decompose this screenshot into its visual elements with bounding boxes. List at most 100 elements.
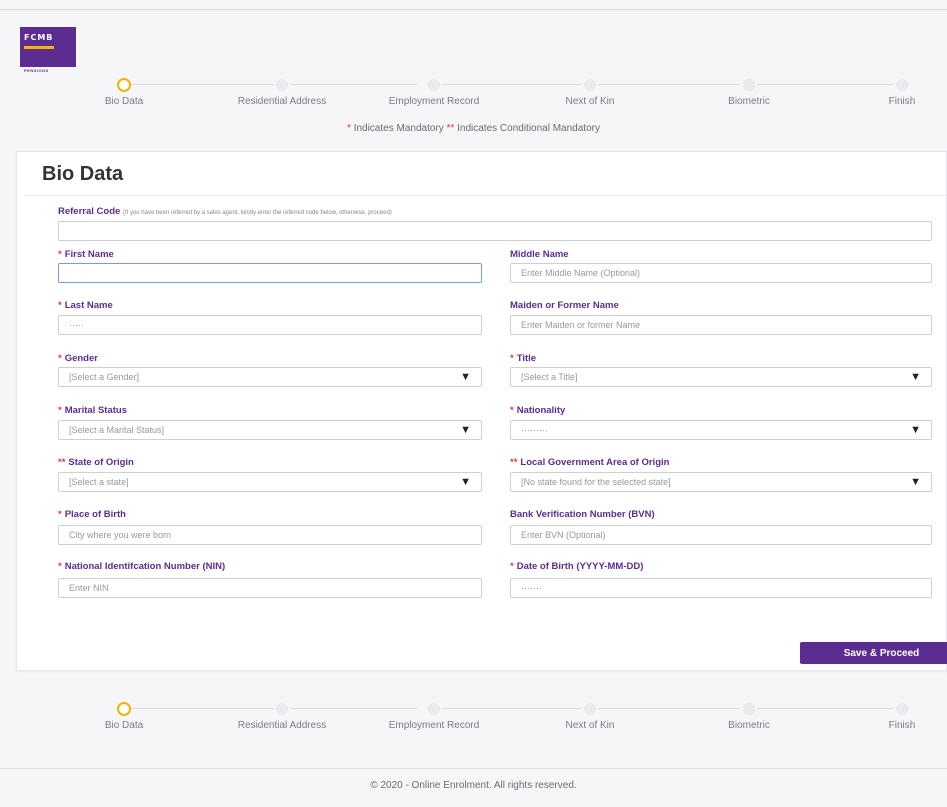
referral-code-hint: (If you have been referred by a sales ag… xyxy=(122,210,392,216)
title-label: * Title xyxy=(510,353,536,364)
required-marker: * xyxy=(58,405,62,416)
step-label-employment-record[interactable]: Employment Record xyxy=(389,96,480,107)
marital-status-label-text: Marital Status xyxy=(64,405,127,416)
step-label-employment-record[interactable]: Employment Record xyxy=(389,720,480,731)
step-finish-icon[interactable] xyxy=(896,79,908,91)
gender-select-value: [Select a Gender] xyxy=(69,372,140,382)
step-connector xyxy=(757,84,894,85)
conditional-marker: ** xyxy=(510,457,518,468)
step-label-finish[interactable]: Finish xyxy=(889,720,916,731)
referral-code-input[interactable] xyxy=(58,221,932,241)
step-label-next-of-kin[interactable]: Next of Kin xyxy=(566,720,615,731)
step-label-residential-address[interactable]: Residential Address xyxy=(238,720,326,731)
state-of-origin-select-value: [Select a state] xyxy=(69,477,129,487)
bvn-input[interactable]: Enter BVN (Optional) xyxy=(510,525,932,545)
first-name-input[interactable] xyxy=(58,263,482,283)
marital-status-select[interactable]: [Select a Marital Status] ▼ xyxy=(58,420,482,440)
step-label-biometric[interactable]: Biometric xyxy=(728,720,770,731)
required-marker: * xyxy=(58,249,62,260)
required-marker: * xyxy=(58,300,62,311)
step-bio-data-icon[interactable] xyxy=(117,78,131,92)
save-proceed-button[interactable]: Save & Proceed xyxy=(800,642,947,664)
nin-input[interactable]: Enter NIN xyxy=(58,578,482,598)
caret-down-icon: ▼ xyxy=(460,476,471,488)
step-label-next-of-kin[interactable]: Next of Kin xyxy=(566,96,615,107)
first-name-label-text: First Name xyxy=(64,249,114,260)
step-residential-address-icon[interactable] xyxy=(276,703,288,715)
middle-name-input[interactable]: Enter Middle Name (Optional) xyxy=(510,263,932,283)
gender-label: * Gender xyxy=(58,353,98,364)
dob-label: * Date of Birth (YYYY-MM-DD) xyxy=(510,561,643,572)
gender-label-text: Gender xyxy=(64,353,98,364)
lga-of-origin-label: ** Local Government Area of Origin xyxy=(510,457,669,468)
lga-of-origin-label-text: Local Government Area of Origin xyxy=(520,457,670,468)
nationality-select-value: ········· xyxy=(521,425,548,435)
progress-stepper-top: Bio Data Residential Address Employment … xyxy=(0,78,947,118)
step-connector xyxy=(598,84,741,85)
brand-logo[interactable]: FCMB xyxy=(20,27,76,67)
last-name-label-text: Last Name xyxy=(64,300,113,311)
step-connector xyxy=(290,708,417,709)
step-finish-icon[interactable] xyxy=(896,703,908,715)
state-of-origin-select[interactable]: [Select a state] ▼ xyxy=(58,472,482,492)
required-marker: * xyxy=(510,561,514,572)
bvn-label: Bank Verification Number (BVN) xyxy=(510,509,655,520)
referral-code-label: Referral Code (If you have been referred… xyxy=(58,206,392,217)
step-residential-address-icon[interactable] xyxy=(276,79,288,91)
step-employment-record-icon[interactable] xyxy=(428,703,440,715)
last-name-input[interactable]: ····· xyxy=(58,315,482,335)
maiden-name-label: Maiden or Former Name xyxy=(510,300,619,311)
marital-status-label: * Marital Status xyxy=(58,405,127,416)
step-label-bio-data[interactable]: Bio Data xyxy=(105,720,143,731)
first-name-label: * First Name xyxy=(58,249,114,260)
referral-code-label-text: Referral Code xyxy=(58,206,121,217)
step-label-bio-data[interactable]: Bio Data xyxy=(105,96,143,107)
brand-bar xyxy=(24,46,54,49)
brand-name: FCMB xyxy=(24,33,54,42)
caret-down-icon: ▼ xyxy=(910,371,921,383)
step-connector xyxy=(131,708,274,709)
middle-name-label: Middle Name xyxy=(510,249,569,260)
state-of-origin-label-text: State of Origin xyxy=(68,457,134,468)
title-label-text: Title xyxy=(516,353,537,364)
dob-input[interactable]: ······· xyxy=(510,578,932,598)
nationality-select[interactable]: ········· ▼ xyxy=(510,420,932,440)
nationality-label: * Nationality xyxy=(510,405,565,416)
nationality-label-text: Nationality xyxy=(516,405,566,416)
place-of-birth-label-text: Place of Birth xyxy=(64,509,126,520)
step-connector xyxy=(290,84,417,85)
step-connector xyxy=(598,708,741,709)
lga-of-origin-select[interactable]: [No state found for the selected state] … xyxy=(510,472,932,492)
step-connector xyxy=(757,708,894,709)
brand-subtitle: PENSIONS xyxy=(24,68,49,73)
step-next-of-kin-icon[interactable] xyxy=(584,79,596,91)
progress-stepper-bottom: Bio Data Residential Address Employment … xyxy=(0,702,947,742)
caret-down-icon: ▼ xyxy=(460,371,471,383)
mandatory-text: Indicates Mandatory xyxy=(353,123,444,134)
nin-label: * National Identifcation Number (NIN) xyxy=(58,561,225,572)
step-connector xyxy=(441,708,582,709)
footer-divider xyxy=(0,768,947,769)
required-marker: * xyxy=(58,509,62,520)
maiden-name-input[interactable]: Enter Maiden or former Name xyxy=(510,315,932,335)
step-next-of-kin-icon[interactable] xyxy=(584,703,596,715)
step-biometric-icon[interactable] xyxy=(743,703,755,715)
title-select-value: [Select a Title] xyxy=(521,372,578,382)
step-connector xyxy=(131,84,274,85)
required-marker: * xyxy=(510,353,514,364)
caret-down-icon: ▼ xyxy=(910,424,921,436)
step-label-biometric[interactable]: Biometric xyxy=(728,96,770,107)
gender-select[interactable]: [Select a Gender] ▼ xyxy=(58,367,482,387)
step-label-finish[interactable]: Finish xyxy=(889,96,916,107)
step-employment-record-icon[interactable] xyxy=(428,79,440,91)
title-select[interactable]: [Select a Title] ▼ xyxy=(510,367,932,387)
place-of-birth-input[interactable]: City where you were born xyxy=(58,525,482,545)
conditional-star: ** xyxy=(446,123,455,134)
required-marker: * xyxy=(58,353,62,364)
step-label-residential-address[interactable]: Residential Address xyxy=(238,96,326,107)
step-bio-data-icon[interactable] xyxy=(117,702,131,716)
place-of-birth-label: * Place of Birth xyxy=(58,509,126,520)
conditional-marker: ** xyxy=(58,457,66,468)
caret-down-icon: ▼ xyxy=(460,424,471,436)
step-biometric-icon[interactable] xyxy=(743,79,755,91)
